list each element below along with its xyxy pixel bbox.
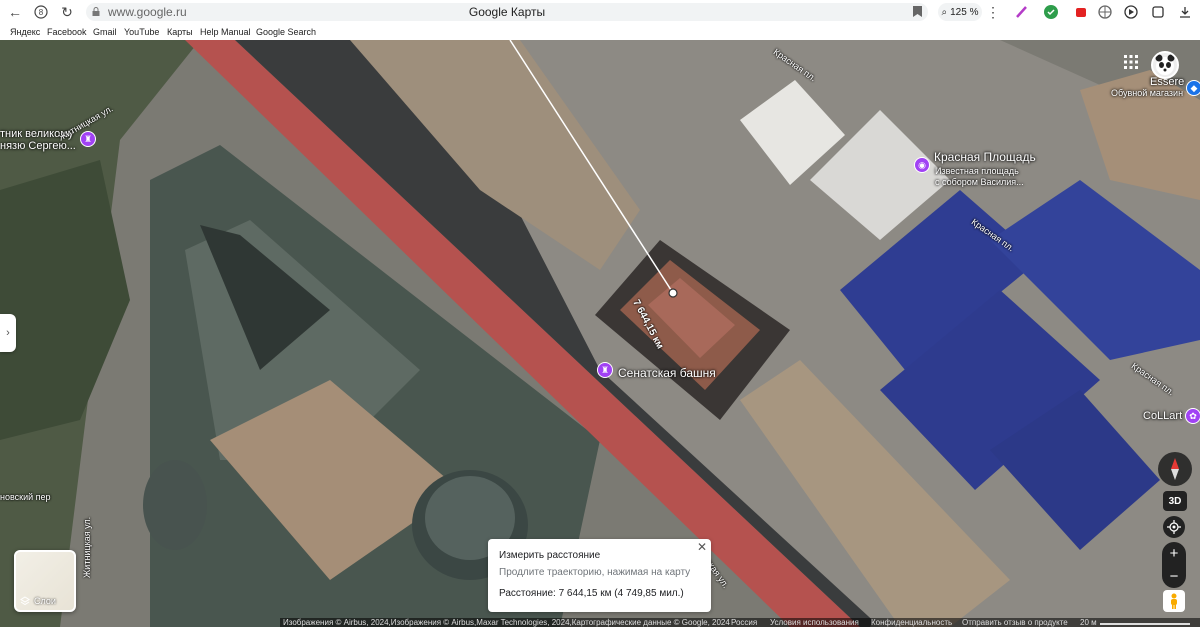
media-extension-icon[interactable] — [1123, 4, 1139, 20]
address-bar[interactable]: www.google.ru Google Карты — [86, 3, 928, 21]
bookmark-yandex[interactable]: Яндекс — [10, 27, 40, 37]
zoom-controls: + − — [1162, 542, 1186, 588]
footer-privacy-link[interactable]: Конфиденциальность — [871, 618, 952, 627]
svg-text:8: 8 — [39, 8, 44, 17]
pegman-icon[interactable] — [1163, 590, 1185, 612]
zoom-value: 125 % — [950, 6, 979, 18]
layers-icon — [20, 596, 30, 606]
globe-extension-icon[interactable] — [1097, 4, 1113, 20]
expand-panel-button[interactable]: › — [0, 314, 16, 352]
measure-distance: Расстояние: 7 644,15 км (4 749,85 мил.) — [499, 588, 684, 599]
yandex-icon[interactable]: 8 — [32, 3, 50, 21]
bookmark-maps[interactable]: Карты — [167, 27, 193, 37]
bookmark-help-manual[interactable]: Help Manual — [200, 27, 251, 37]
page-title: Google Карты — [468, 5, 546, 19]
poi-red-square-desc-2: с собором Василия... — [935, 177, 1024, 187]
poi-essere-desc: Обувной магазин — [1111, 88, 1184, 98]
browser-toolbar: ← 8 ↻ www.google.ru Google Карты ⌕ 125 %… — [0, 0, 1200, 24]
street-label: Житницкая ул. — [82, 516, 92, 578]
apps-grid-icon[interactable] — [1123, 54, 1139, 70]
map-footer: Изображения © Airbus, 2024,Изображения ©… — [280, 618, 1200, 627]
more-menu-icon[interactable]: ⋮ — [986, 3, 1000, 21]
bookmark-icon[interactable] — [913, 6, 922, 17]
footer-feedback-link[interactable]: Отправить отзыв о продукте — [962, 618, 1068, 627]
layers-button[interactable]: Слои — [14, 550, 76, 612]
tower-pin-icon[interactable]: ♜ — [597, 362, 613, 378]
back-arrow-icon[interactable]: ← — [6, 3, 24, 21]
street-label: новский пер — [0, 492, 51, 502]
footer-terms-link[interactable]: Условия использования — [770, 618, 859, 627]
poi-red-square-desc-1: Известная площадь — [935, 166, 1019, 176]
user-avatar[interactable] — [1151, 51, 1179, 79]
download-icon[interactable] — [1177, 4, 1193, 20]
measure-hint: Продлите траекторию, нажимая на карту — [499, 567, 691, 578]
record-extension-icon[interactable] — [1073, 4, 1089, 20]
scale-label: 20 м — [1080, 618, 1097, 627]
attribution-text: Изображения © Airbus, 2024,Изображения ©… — [283, 618, 730, 627]
compass-icon[interactable] — [1158, 452, 1192, 486]
poi-senate-tower[interactable]: Сенатская башня — [618, 366, 716, 380]
zoom-indicator[interactable]: ⌕ 125 % — [938, 3, 982, 21]
bookmark-facebook[interactable]: Facebook — [47, 27, 87, 37]
zoom-out-button[interactable]: − — [1162, 565, 1186, 588]
pen-extension-icon[interactable] — [1014, 4, 1030, 20]
camera-pin-icon[interactable]: ◉ — [914, 157, 930, 173]
shield-extension-icon[interactable] — [1043, 4, 1059, 20]
shop-pin-icon[interactable]: ◆ — [1186, 80, 1200, 96]
magnifier-icon: ⌕ — [941, 6, 948, 18]
bookmark-google-search[interactable]: Google Search — [256, 27, 316, 37]
bookmarks-bar: Яндекс Facebook Gmail YouTube Карты Help… — [0, 24, 1200, 40]
bookmark-youtube[interactable]: YouTube — [124, 27, 159, 37]
poi-collart[interactable]: CoLLart — [1143, 410, 1182, 422]
3d-toggle-button[interactable]: 3D — [1163, 491, 1187, 511]
close-icon[interactable]: ✕ — [697, 540, 707, 554]
footer-country[interactable]: Россия — [731, 618, 757, 627]
poi-monument-line-2[interactable]: нязю Сергею... — [0, 140, 76, 152]
layers-label: Слои — [34, 596, 56, 606]
art-pin-icon[interactable]: ✿ — [1185, 408, 1200, 424]
reload-icon[interactable]: ↻ — [58, 3, 76, 21]
monument-pin-icon[interactable]: ♜ — [80, 131, 96, 147]
poi-red-square[interactable]: Красная Площадь — [934, 150, 1036, 164]
measure-title: Измерить расстояние — [499, 550, 601, 561]
scale-bar — [1100, 623, 1190, 625]
my-location-icon[interactable] — [1163, 516, 1185, 538]
zoom-in-button[interactable]: + — [1162, 542, 1186, 565]
satellite-map[interactable]: 7 644,15 км ♜ Сенатская башня ◉ Красная … — [0, 40, 1200, 627]
measure-distance-panel: Измерить расстояние Продлите траекторию,… — [488, 539, 711, 612]
bookmark-gmail[interactable]: Gmail — [93, 27, 117, 37]
puzzle-extension-icon[interactable] — [1150, 4, 1166, 20]
